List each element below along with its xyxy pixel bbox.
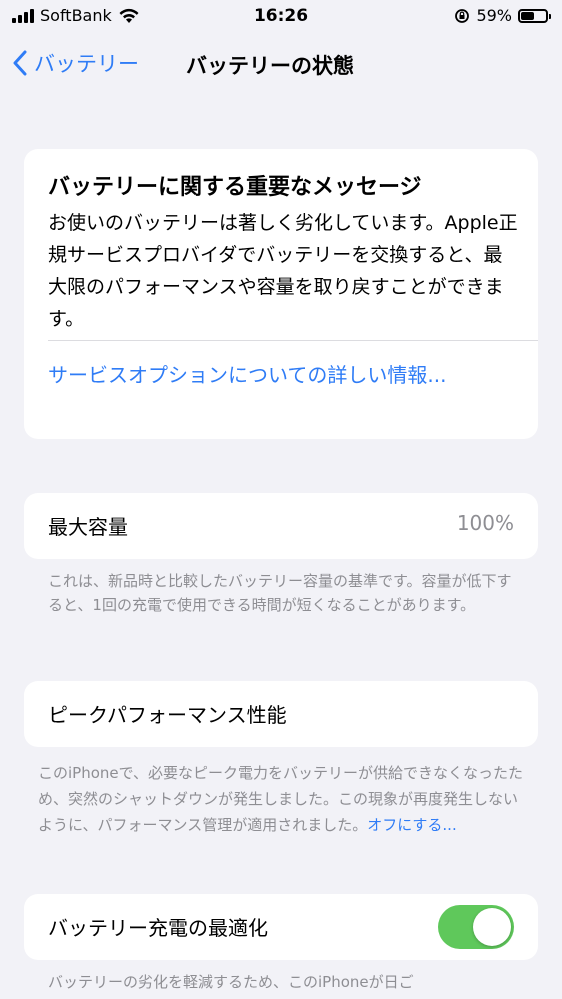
battery-percent: 59% xyxy=(476,6,512,25)
page-title: バッテリーの状態 xyxy=(186,54,354,78)
message-body: お使いのバッテリーは著しく劣化しています。Apple正規サービスプロバイダでバッ… xyxy=(48,212,518,330)
maximum-capacity-value: 100% xyxy=(456,511,514,535)
chevron-left-icon xyxy=(13,50,27,76)
important-message-card: バッテリーに関する重要なメッセージ お使いのバッテリーは著しく劣化しています。A… xyxy=(24,149,538,439)
navigation-bar: バッテリー バッテリーの状態 xyxy=(0,44,562,84)
optimized-charging-label: バッテリー充電の最適化 xyxy=(48,916,268,940)
maximum-capacity-row: 最大容量 100% xyxy=(24,493,538,559)
optimized-charging-footnote: バッテリーの劣化を軽減するため、このiPhoneが日ご xyxy=(48,973,414,991)
divider xyxy=(48,340,538,341)
rotation-lock-icon xyxy=(455,8,470,23)
toggle-knob xyxy=(473,908,511,946)
back-button-label: バッテリー xyxy=(34,52,139,76)
battery-level-fill xyxy=(521,11,535,20)
battery-icon xyxy=(518,8,551,23)
status-right: 59% xyxy=(454,6,551,25)
status-bar: SoftBank 16:26 59% xyxy=(0,0,562,34)
maximum-capacity-label: 最大容量 xyxy=(48,515,128,539)
peak-performance-row: ピークパフォーマンス性能 xyxy=(24,681,538,747)
message-title: バッテリーに関する重要なメッセージ xyxy=(48,175,422,200)
back-button[interactable]: バッテリー xyxy=(12,48,139,78)
peak-performance-label: ピークパフォーマンス性能 xyxy=(48,703,287,727)
capacity-footnote: これは、新品時と比較したバッテリー容量の基準です。容量が低下すると、1回の充電で… xyxy=(48,572,512,614)
optimized-charging-toggle[interactable] xyxy=(438,905,514,949)
service-options-link[interactable]: サービスオプションについての詳しい情報... xyxy=(48,359,448,391)
optimized-charging-row: バッテリー充電の最適化 xyxy=(24,894,538,960)
peak-performance-footnote: このiPhoneで、必要なピーク電力をバッテリーが供給できなくなったため、突然の… xyxy=(38,760,528,838)
turn-off-link[interactable]: オフにする... xyxy=(367,816,456,834)
